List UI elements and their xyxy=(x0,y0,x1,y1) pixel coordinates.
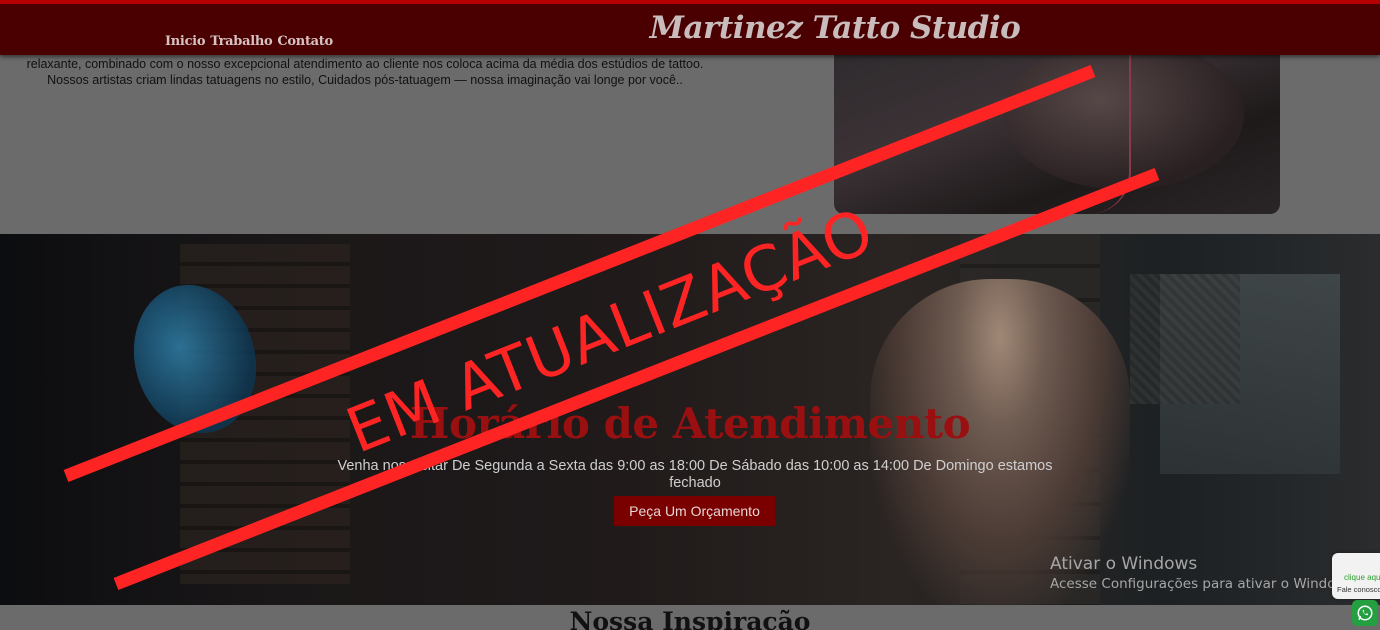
whatsapp-button[interactable] xyxy=(1352,600,1378,626)
about-photo xyxy=(834,30,1280,214)
nav-link-contato[interactable]: Contato xyxy=(277,34,333,49)
activation-title: Ativar o Windows xyxy=(1050,554,1198,574)
page: relaxante, combinado com o nosso excepci… xyxy=(0,0,1380,630)
request-quote-button[interactable]: Peça Um Orçamento xyxy=(614,496,775,526)
hours-title: Horário de Atendimento xyxy=(409,399,971,448)
hero-section: Horário de Atendimento Venha nos visitar… xyxy=(0,234,1380,605)
whatsapp-label: Fale conosco xyxy=(1337,585,1380,594)
whatsapp-card[interactable]: clique aqui Fale conosco xyxy=(1332,553,1380,599)
machine-cord xyxy=(1089,30,1131,214)
background-art xyxy=(1130,274,1240,404)
inspiration-section: Nossa Inspiração xyxy=(0,605,1380,630)
activation-subtitle: Acesse Configurações para ativar o Windo… xyxy=(1050,576,1358,592)
whatsapp-cta: clique aqui xyxy=(1344,573,1380,582)
about-text: relaxante, combinado com o nosso excepci… xyxy=(26,57,704,87)
brand-logo[interactable]: Martinez Tatto Studio xyxy=(640,10,1030,46)
nav-link-trabalho[interactable]: Trabalho xyxy=(210,34,272,49)
main-nav: Inicio Trabalho Contato xyxy=(165,34,333,49)
hours-text: Venha nos visitar De Segunda a Sexta das… xyxy=(337,458,1053,491)
site-header: Inicio Trabalho Contato Martinez Tatto S… xyxy=(0,0,1380,55)
inspiration-title: Nossa Inspiração xyxy=(569,607,811,630)
nav-link-inicio[interactable]: Inicio xyxy=(165,34,206,49)
whatsapp-icon xyxy=(1357,605,1373,621)
windows-activation-watermark: Ativar o Windows Acesse Configurações pa… xyxy=(1050,553,1358,593)
